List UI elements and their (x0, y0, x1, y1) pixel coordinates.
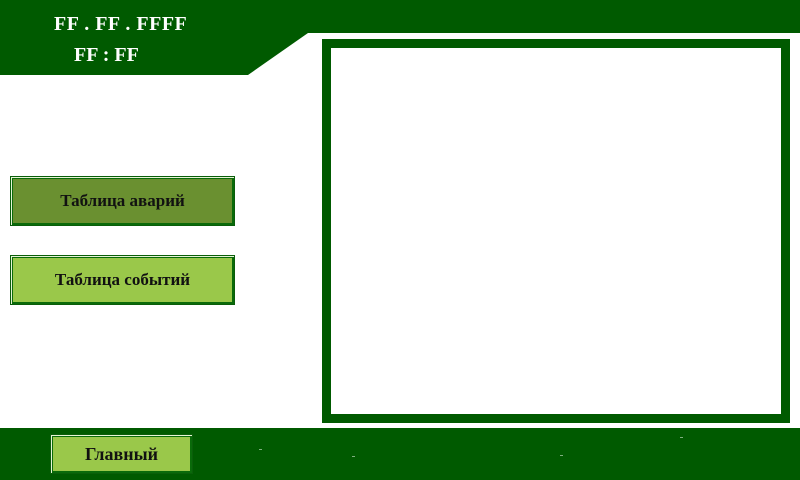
alarm-table-button-label: Таблица аварий (60, 191, 185, 210)
footer-marker (560, 455, 563, 456)
footer-marker (259, 449, 262, 450)
date-display: FF . FF . FFFF (54, 13, 188, 35)
footer-marker (680, 437, 683, 438)
event-table-button[interactable]: Таблица событий (10, 255, 235, 305)
main-screen-button-label: Главный (84, 443, 159, 464)
hmi-screen: FF . FF . FFFF FF : FF Таблица аварий Та… (0, 0, 800, 480)
content-display-panel (322, 39, 790, 423)
alarm-table-button[interactable]: Таблица аварий (10, 176, 235, 226)
footer-marker (352, 456, 355, 457)
event-table-button-label: Таблица событий (54, 270, 191, 289)
time-display: FF : FF (74, 44, 139, 66)
main-screen-button[interactable]: Главный (50, 434, 193, 474)
